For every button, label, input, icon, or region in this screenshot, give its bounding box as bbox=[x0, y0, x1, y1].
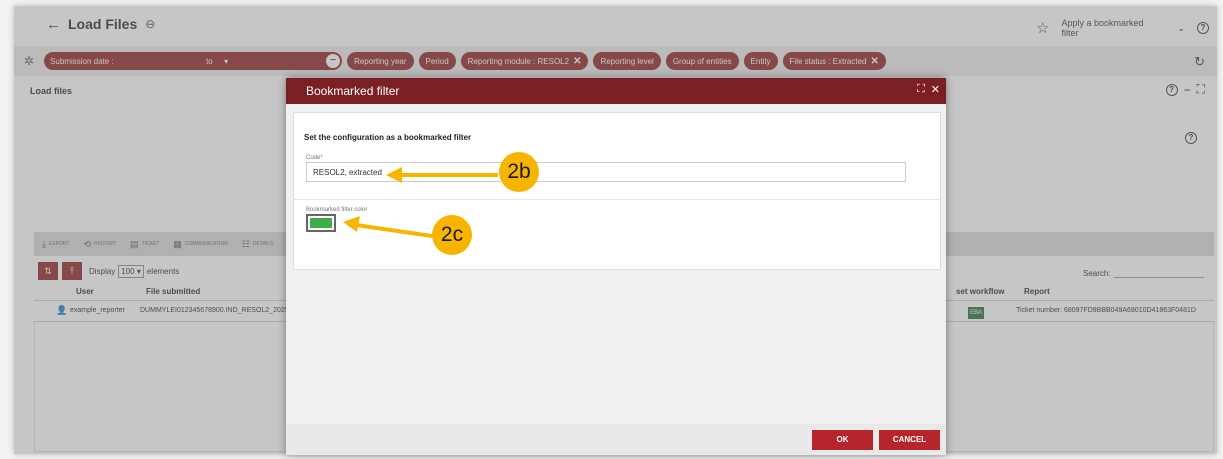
modal-title: Bookmarked filter bbox=[306, 84, 400, 98]
expand-icon[interactable]: ⛶ bbox=[917, 83, 925, 96]
modal-header: Bookmarked filter bbox=[286, 78, 946, 104]
divider bbox=[294, 199, 940, 200]
config-card: Set the configuration as a bookmarked fi… bbox=[293, 112, 941, 270]
ok-button[interactable]: OK bbox=[812, 430, 873, 450]
color-label: Bookmarked filter color bbox=[306, 207, 368, 213]
close-icon[interactable]: ✕ bbox=[931, 83, 940, 96]
config-title: Set the configuration as a bookmarked fi… bbox=[304, 133, 472, 142]
code-label: Code* bbox=[306, 155, 323, 161]
callout-2b: 2b bbox=[499, 152, 539, 192]
color-swatch bbox=[310, 218, 332, 228]
code-value: RESOL2, extracted bbox=[313, 168, 382, 177]
callout-2c: 2c bbox=[432, 215, 472, 255]
code-input[interactable]: RESOL2, extracted bbox=[306, 162, 906, 182]
modal-body: Set the configuration as a bookmarked fi… bbox=[286, 104, 946, 424]
modal-footer: OK CANCEL bbox=[286, 424, 946, 455]
cancel-button[interactable]: CANCEL bbox=[879, 430, 940, 450]
color-picker[interactable] bbox=[306, 214, 336, 232]
bookmarked-filter-modal: Bookmarked filter ⛶ ✕ Set the configurat… bbox=[286, 78, 946, 455]
